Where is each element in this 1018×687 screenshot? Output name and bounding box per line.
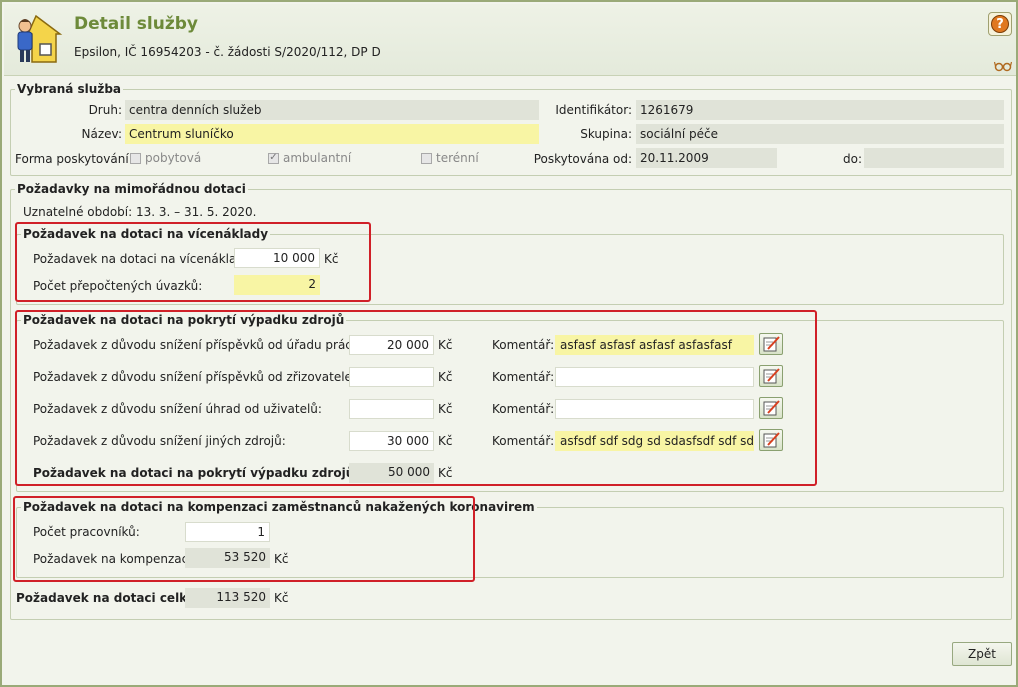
skupina-label: Skupina:: [580, 127, 632, 141]
page-header: Detail služby Epsilon, IČ 16954203 - č. …: [4, 4, 1016, 76]
kompenzace-group: Požadavek na dotaci na kompenzaci zaměst…: [16, 500, 1004, 578]
period-text: Uznatelné období: 13. 3. – 31. 5. 2020.: [23, 205, 257, 219]
vypadek-amount-input[interactable]: [349, 399, 434, 419]
vypadek-row-label: Požadavek z důvodu snížení jiných zdrojů…: [33, 434, 286, 448]
poskytovana-od-field: 20.11.2009: [636, 148, 777, 168]
do-field: [864, 148, 1004, 168]
forma-label: Forma poskytování:: [15, 152, 133, 166]
druh-label: Druh:: [88, 103, 122, 117]
comment-label: Komentář:: [492, 402, 555, 416]
vypadek-legend: Požadavek na dotaci na pokrytí výpadku z…: [23, 313, 345, 327]
vypadek-amount-input[interactable]: 30 000: [349, 431, 434, 451]
nazev-field: Centrum sluníčko: [125, 124, 539, 144]
edit-comment-button[interactable]: [759, 333, 783, 355]
vypadek-total-field: 50 000: [349, 463, 434, 483]
vypadek-amount-input[interactable]: 20 000: [349, 335, 434, 355]
edit-comment-button[interactable]: [759, 397, 783, 419]
glasses-icon[interactable]: [994, 60, 1012, 72]
edit-comment-button[interactable]: [759, 365, 783, 387]
comment-label: Komentář:: [492, 434, 555, 448]
vypadek-amount-input[interactable]: [349, 367, 434, 387]
edit-note-icon: [763, 336, 780, 352]
edit-note-icon: [763, 400, 780, 416]
edit-note-icon: [763, 368, 780, 384]
currency-label: Kč: [274, 591, 289, 605]
currency-label: Kč: [438, 402, 453, 416]
grand-total-field: 113 520: [185, 588, 270, 608]
checkbox-ambulantni[interactable]: ✓ ambulantní: [268, 151, 351, 165]
checkbox-pobytova[interactable]: pobytová: [130, 151, 201, 165]
edit-note-icon: [763, 432, 780, 448]
currency-label: Kč: [324, 252, 339, 266]
poskytovana-od-label: Poskytována od:: [533, 152, 632, 166]
uvazky-label: Počet přepočtených úvazků:: [33, 279, 203, 293]
back-button[interactable]: Zpět: [952, 642, 1012, 666]
currency-label: Kč: [438, 338, 453, 352]
window-frame: Detail služby Epsilon, IČ 16954203 - č. …: [0, 0, 1018, 687]
identifikator-field: 1261679: [636, 100, 1004, 120]
comment-label: Komentář:: [492, 338, 555, 352]
checkbox-label: pobytová: [145, 151, 202, 165]
vypadek-row-label: Požadavek z důvodu snížení příspěvků od …: [33, 370, 356, 384]
vypadek-row-label: Požadavek z důvodu snížení příspěvků od …: [33, 338, 364, 352]
checkbox-box: [421, 152, 432, 164]
kompenzace-amount-field: 53 520: [185, 548, 270, 568]
social-services-logo-icon: [17, 14, 63, 63]
checkbox-terenni[interactable]: terénní: [421, 151, 479, 165]
comment-input[interactable]: [555, 367, 754, 387]
kompenzace-amount-label: Požadavek na kompenzaci:: [33, 552, 196, 566]
currency-label: Kč: [438, 370, 453, 384]
kompenzace-legend: Požadavek na dotaci na kompenzaci zaměst…: [23, 500, 535, 514]
page-subtitle: Epsilon, IČ 16954203 - č. žádosti S/2020…: [74, 45, 381, 59]
help-icon: ?: [991, 15, 1009, 33]
workers-label: Počet pracovníků:: [33, 525, 140, 539]
checkbox-label: ambulantní: [283, 151, 352, 165]
nazev-label: Název:: [81, 127, 123, 141]
checkbox-box: ✓: [268, 152, 279, 164]
vicenaklady-legend: Požadavek na dotaci na vícenáklady: [23, 227, 269, 241]
comment-input[interactable]: asfsdf sdf sdg sd sdasfsdf sdf sdg sd: [555, 431, 754, 451]
requests-legend: Požadavky na mimořádnou dotaci: [17, 182, 246, 196]
workers-input[interactable]: 1: [185, 522, 270, 542]
checkbox-box: [130, 152, 141, 164]
uvazky-field: 2: [234, 275, 320, 295]
selected-service-legend: Vybraná služba: [17, 82, 122, 96]
vicenaklady-group: Požadavek na dotaci na vícenáklady: [16, 227, 1004, 305]
vicenaklady-amount-label: Požadavek na dotaci na vícenáklady:: [33, 252, 255, 266]
comment-input[interactable]: asfasf asfasf asfasf asfasfasf: [555, 335, 754, 355]
skupina-field: sociální péče: [636, 124, 1004, 144]
comment-label: Komentář:: [492, 370, 555, 384]
vypadek-row-label: Požadavek z důvodu snížení úhrad od uživ…: [33, 402, 322, 416]
edit-comment-button[interactable]: [759, 429, 783, 451]
page-title: Detail služby: [74, 14, 199, 34]
currency-label: Kč: [438, 434, 453, 448]
currency-label: Kč: [438, 466, 453, 480]
vicenaklady-amount-input[interactable]: 10 000: [234, 248, 320, 268]
checkbox-label: terénní: [436, 151, 479, 165]
do-label: do:: [843, 152, 863, 166]
grand-total-label: Požadavek na dotaci celkem:: [16, 591, 213, 605]
help-button[interactable]: ?: [988, 12, 1012, 36]
druh-field: centra denních služeb: [125, 100, 539, 120]
identifikator-label: Identifikátor:: [555, 103, 632, 117]
comment-input[interactable]: [555, 399, 754, 419]
currency-label: Kč: [274, 552, 289, 566]
